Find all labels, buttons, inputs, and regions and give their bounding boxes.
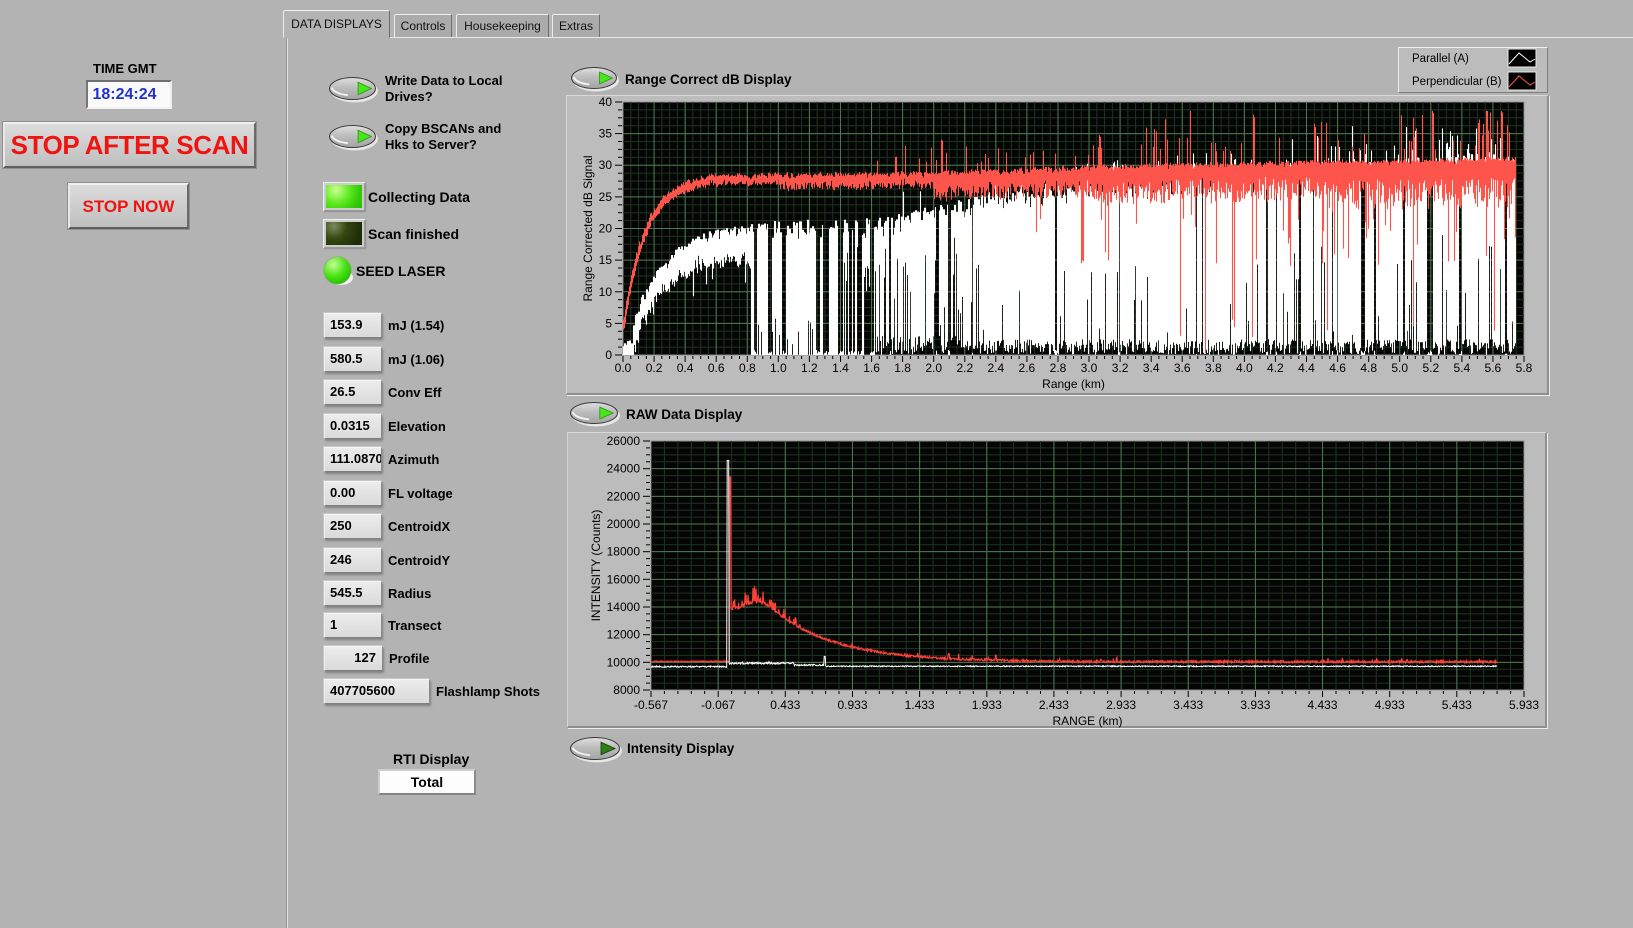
svg-text:INTENSITY (Counts): INTENSITY (Counts) — [589, 510, 603, 622]
svg-text:3.0: 3.0 — [1081, 361, 1098, 375]
svg-text:Range (km): Range (km) — [1042, 377, 1105, 391]
svg-text:8000: 8000 — [613, 683, 640, 697]
svg-text:4.6: 4.6 — [1329, 361, 1346, 375]
svg-text:10: 10 — [599, 285, 613, 299]
svg-text:2.8: 2.8 — [1050, 361, 1067, 375]
svg-text:-0.567: -0.567 — [634, 698, 668, 712]
svg-text:0.433: 0.433 — [770, 698, 800, 712]
svg-text:3.2: 3.2 — [1112, 361, 1129, 375]
svg-text:1.433: 1.433 — [905, 698, 935, 712]
svg-text:RANGE (km): RANGE (km) — [1053, 714, 1123, 728]
svg-text:5.433: 5.433 — [1442, 698, 1472, 712]
svg-text:3.433: 3.433 — [1173, 698, 1203, 712]
svg-text:Parallel (A): Parallel (A) — [1412, 53, 1469, 65]
svg-text:0.0: 0.0 — [615, 361, 632, 375]
svg-text:5.4: 5.4 — [1454, 361, 1471, 375]
svg-text:20000: 20000 — [607, 517, 641, 531]
svg-text:0: 0 — [605, 348, 612, 362]
svg-text:4.433: 4.433 — [1307, 698, 1337, 712]
svg-text:10000: 10000 — [607, 655, 641, 669]
svg-text:14000: 14000 — [607, 600, 641, 614]
svg-text:26000: 26000 — [607, 434, 641, 448]
svg-text:4.4: 4.4 — [1298, 361, 1315, 375]
svg-text:22000: 22000 — [607, 489, 641, 503]
svg-text:5: 5 — [605, 316, 612, 330]
svg-text:2.0: 2.0 — [925, 361, 942, 375]
svg-text:Range Corrected dB Signal: Range Corrected dB Signal — [581, 155, 595, 301]
svg-text:3.933: 3.933 — [1240, 698, 1270, 712]
svg-text:1.4: 1.4 — [832, 361, 849, 375]
svg-text:40: 40 — [599, 95, 613, 109]
svg-text:Perpendicular (B): Perpendicular (B) — [1412, 76, 1502, 88]
svg-text:25: 25 — [599, 190, 613, 204]
svg-text:0.933: 0.933 — [837, 698, 867, 712]
svg-text:12000: 12000 — [607, 628, 641, 642]
svg-text:1.0: 1.0 — [770, 361, 787, 375]
svg-text:5.2: 5.2 — [1422, 361, 1439, 375]
svg-text:0.2: 0.2 — [646, 361, 663, 375]
svg-text:0.6: 0.6 — [708, 361, 725, 375]
svg-text:2.2: 2.2 — [956, 361, 973, 375]
svg-text:1.8: 1.8 — [894, 361, 911, 375]
svg-text:3.4: 3.4 — [1143, 361, 1160, 375]
svg-text:2.933: 2.933 — [1106, 698, 1136, 712]
svg-text:1.933: 1.933 — [972, 698, 1002, 712]
svg-text:2.6: 2.6 — [1019, 361, 1036, 375]
svg-text:1.2: 1.2 — [801, 361, 818, 375]
svg-text:4.2: 4.2 — [1267, 361, 1284, 375]
svg-text:15: 15 — [599, 253, 613, 267]
svg-text:24000: 24000 — [607, 462, 641, 476]
svg-text:30: 30 — [599, 158, 613, 172]
svg-text:2.4: 2.4 — [987, 361, 1004, 375]
svg-text:4.933: 4.933 — [1375, 698, 1405, 712]
svg-text:5.6: 5.6 — [1485, 361, 1502, 375]
svg-text:5.933: 5.933 — [1509, 698, 1539, 712]
svg-text:4.8: 4.8 — [1360, 361, 1377, 375]
svg-text:16000: 16000 — [607, 572, 641, 586]
svg-text:-0.067: -0.067 — [701, 698, 735, 712]
svg-text:5.0: 5.0 — [1391, 361, 1408, 375]
svg-text:4.0: 4.0 — [1236, 361, 1253, 375]
svg-text:5.8: 5.8 — [1516, 361, 1533, 375]
svg-text:2.433: 2.433 — [1039, 698, 1069, 712]
svg-text:20: 20 — [599, 222, 613, 236]
svg-text:3.8: 3.8 — [1205, 361, 1222, 375]
svg-text:35: 35 — [599, 127, 613, 141]
svg-text:18000: 18000 — [607, 545, 641, 559]
svg-text:0.8: 0.8 — [739, 361, 756, 375]
svg-text:3.6: 3.6 — [1174, 361, 1191, 375]
svg-text:1.6: 1.6 — [863, 361, 880, 375]
svg-text:0.4: 0.4 — [677, 361, 694, 375]
